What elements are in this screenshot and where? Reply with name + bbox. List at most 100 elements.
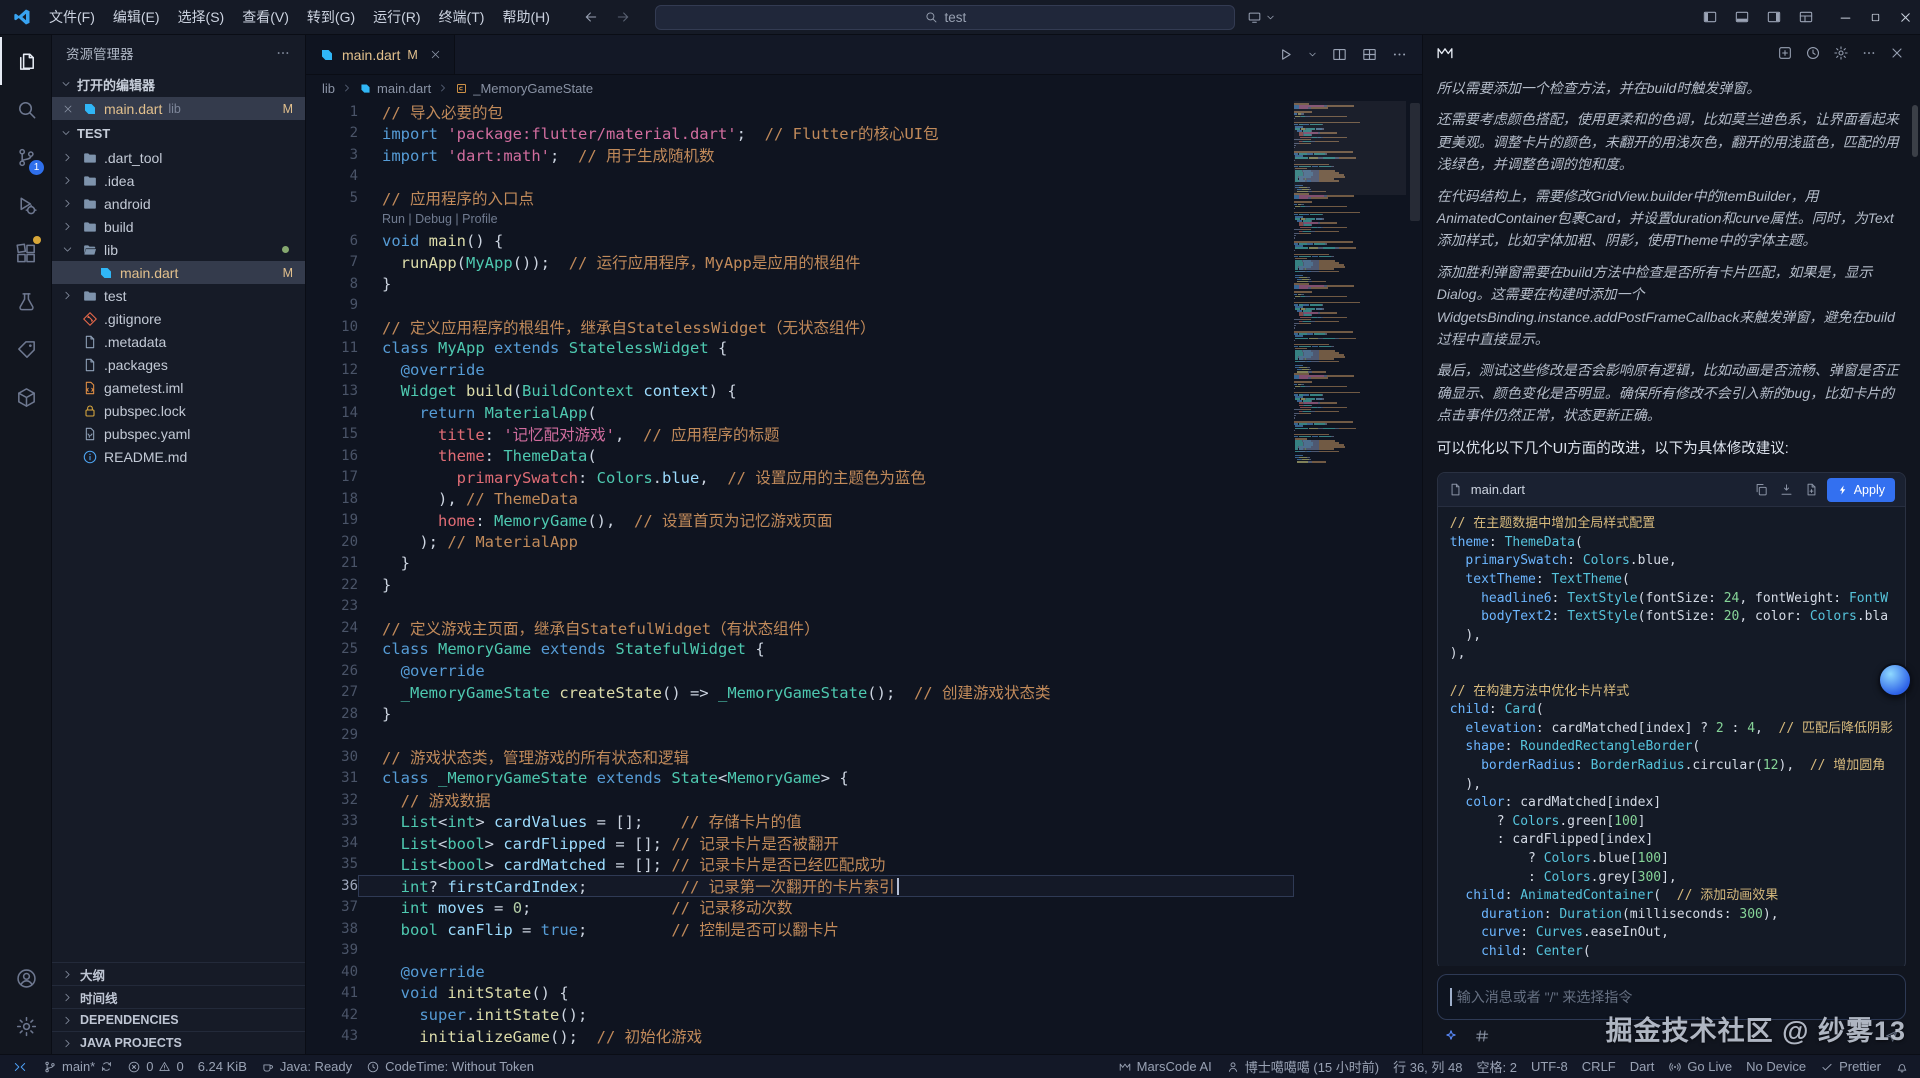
open-editor-item[interactable]: main.dartlibM: [52, 97, 305, 120]
code-line[interactable]: 39: [306, 940, 1294, 962]
menu-item[interactable]: 运行(R): [364, 0, 429, 34]
code-line[interactable]: 25class MemoryGame extends StatefulWidge…: [306, 639, 1294, 661]
code-line[interactable]: 16 theme: ThemeData(: [306, 445, 1294, 467]
apply-button[interactable]: Apply: [1827, 478, 1895, 502]
device-selector[interactable]: [1247, 10, 1276, 25]
layout-sidebar-left-icon[interactable]: [1694, 0, 1726, 34]
code-line[interactable]: 36 int? firstCardIndex; // 记录第一次翻开的卡片索引: [306, 875, 1294, 897]
tree-item[interactable]: lib: [52, 238, 305, 261]
code-line[interactable]: 31class _MemoryGameState extends State<M…: [306, 768, 1294, 790]
code-line[interactable]: 28}: [306, 703, 1294, 725]
nav-back-icon[interactable]: [583, 9, 599, 25]
code-line[interactable]: 37 int moves = 0; // 记录移动次数: [306, 897, 1294, 919]
cursor-position[interactable]: 行 36, 列 48: [1386, 1055, 1469, 1078]
code-line[interactable]: 41 void initState() {: [306, 983, 1294, 1005]
code-line[interactable]: 10// 定义应用程序的根组件，继承自StatelessWidget（无状态组件…: [306, 316, 1294, 338]
code-line[interactable]: 2import 'package:flutter/material.dart';…: [306, 123, 1294, 145]
code-line[interactable]: 27 _MemoryGameState createState() => _Me…: [306, 682, 1294, 704]
tree-item[interactable]: .dart_tool: [52, 146, 305, 169]
gear-icon[interactable]: [1830, 42, 1852, 64]
code-line[interactable]: 13 Widget build(BuildContext context) {: [306, 381, 1294, 403]
code-line[interactable]: 19 home: MemoryGame(), // 设置首页为记忆游戏页面: [306, 510, 1294, 532]
menu-item[interactable]: 查看(V): [233, 0, 298, 34]
close-button[interactable]: [1890, 0, 1920, 34]
code-line[interactable]: 21 }: [306, 553, 1294, 575]
code-line[interactable]: 15 title: '记忆配对游戏', // 应用程序的标题: [306, 424, 1294, 446]
code-line[interactable]: 6void main() {: [306, 230, 1294, 252]
code-line[interactable]: 1// 导入必要的包: [306, 101, 1294, 123]
tree-item[interactable]: gametest.iml: [52, 376, 305, 399]
editor-scrollbar[interactable]: [1408, 101, 1422, 1054]
code-line[interactable]: 18 ), // ThemeData: [306, 488, 1294, 510]
ai-message-input[interactable]: 输入消息或者 "/" 来选择指令: [1437, 974, 1906, 1020]
files-activity-icon[interactable]: [0, 37, 51, 85]
code-line[interactable]: 26 @override: [306, 660, 1294, 682]
code-line[interactable]: 33 List<int> cardValues = []; // 存储卡片的值: [306, 811, 1294, 833]
scm-activity-icon[interactable]: 1: [0, 133, 51, 181]
codetime[interactable]: CodeTime: Without Token: [359, 1055, 541, 1078]
minimize-button[interactable]: [1830, 0, 1860, 34]
language-mode[interactable]: Dart: [1623, 1055, 1662, 1078]
run-icon[interactable]: [1277, 46, 1294, 63]
tree-item[interactable]: .packages: [52, 353, 305, 376]
sidebar-section-java-projects[interactable]: JAVA PROJECTS: [52, 1031, 305, 1054]
cube-activity-icon[interactable]: [0, 373, 51, 421]
code-line[interactable]: 7 runApp(MyApp()); // 运行应用程序，MyApp是应用的根组…: [306, 252, 1294, 274]
code-line[interactable]: 11class MyApp extends StatelessWidget {: [306, 338, 1294, 360]
sidebar-section-大纲[interactable]: 大纲: [52, 962, 305, 985]
code-line[interactable]: 14 return MaterialApp(: [306, 402, 1294, 424]
split-icon[interactable]: [1331, 46, 1348, 63]
code-line[interactable]: 43 initializeGame(); // 初始化游戏: [306, 1026, 1294, 1048]
history-icon[interactable]: [1802, 42, 1824, 64]
more-actions-icon[interactable]: [275, 45, 291, 61]
breadcrumb-item[interactable]: _MemoryGameState: [455, 81, 593, 96]
code-line[interactable]: 9: [306, 295, 1294, 317]
more-icon[interactable]: [1391, 46, 1408, 63]
search-activity-icon[interactable]: [0, 85, 51, 133]
indentation[interactable]: 空格: 2: [1469, 1055, 1523, 1078]
remote-indicator[interactable]: [4, 1055, 36, 1078]
open-editors-section[interactable]: 打开的编辑器: [52, 71, 305, 97]
minimap[interactable]: [1294, 101, 1406, 1054]
code-line[interactable]: 38 bool canFlip = true; // 控制是否可以翻卡片: [306, 918, 1294, 940]
workspace-section[interactable]: TEST: [52, 120, 305, 146]
tree-item[interactable]: test: [52, 284, 305, 307]
notifications[interactable]: [1888, 1055, 1916, 1078]
menu-item[interactable]: 文件(F): [40, 0, 104, 34]
code-line[interactable]: 32 // 游戏数据: [306, 789, 1294, 811]
account-activity-icon[interactable]: [0, 954, 51, 1002]
close-icon[interactable]: [1886, 42, 1908, 64]
git-branch[interactable]: main*: [36, 1055, 120, 1078]
insert-icon[interactable]: [1779, 482, 1794, 497]
minimap-viewport[interactable]: [1294, 101, 1406, 195]
layout-sidebar-right-icon[interactable]: [1758, 0, 1790, 34]
eol[interactable]: CRLF: [1575, 1055, 1623, 1078]
file-plus-icon[interactable]: [1804, 482, 1819, 497]
layout-panel-bottom-icon[interactable]: [1726, 0, 1758, 34]
hash-icon[interactable]: [1474, 1028, 1490, 1044]
chev-down-icon[interactable]: [1307, 49, 1318, 60]
code-line[interactable]: 8}: [306, 273, 1294, 295]
more-icon[interactable]: [1858, 42, 1880, 64]
close-icon[interactable]: [60, 103, 75, 115]
problems[interactable]: 00: [120, 1055, 190, 1078]
flutter-device[interactable]: No Device: [1739, 1055, 1813, 1078]
tree-item[interactable]: .gitignore: [52, 307, 305, 330]
tree-item[interactable]: README.md: [52, 445, 305, 468]
code-line[interactable]: 3import 'dart:math'; // 用于生成随机数: [306, 144, 1294, 166]
prettier[interactable]: Prettier: [1813, 1055, 1888, 1078]
editor-surface[interactable]: 1// 导入必要的包2import 'package:flutter/mater…: [306, 101, 1422, 1054]
code-lens[interactable]: Run | Debug | Profile: [306, 209, 1294, 231]
tree-item[interactable]: main.dartM: [52, 261, 305, 284]
tag-activity-icon[interactable]: [0, 325, 51, 373]
tree-item[interactable]: pubspec.lock: [52, 399, 305, 422]
code-line[interactable]: 34 List<bool> cardFlipped = []; // 记录卡片是…: [306, 832, 1294, 854]
send-icon[interactable]: [1884, 1028, 1900, 1044]
git-blame[interactable]: 博士噶噶噶 (15 小时前): [1219, 1055, 1386, 1078]
tree-item[interactable]: build: [52, 215, 305, 238]
code-line[interactable]: 4: [306, 166, 1294, 188]
menu-item[interactable]: 帮助(H): [493, 0, 558, 34]
code-line[interactable]: 5// 应用程序的入口点: [306, 187, 1294, 209]
code-line[interactable]: 20 ); // MaterialApp: [306, 531, 1294, 553]
file-size[interactable]: 6.24 KiB: [191, 1055, 254, 1078]
